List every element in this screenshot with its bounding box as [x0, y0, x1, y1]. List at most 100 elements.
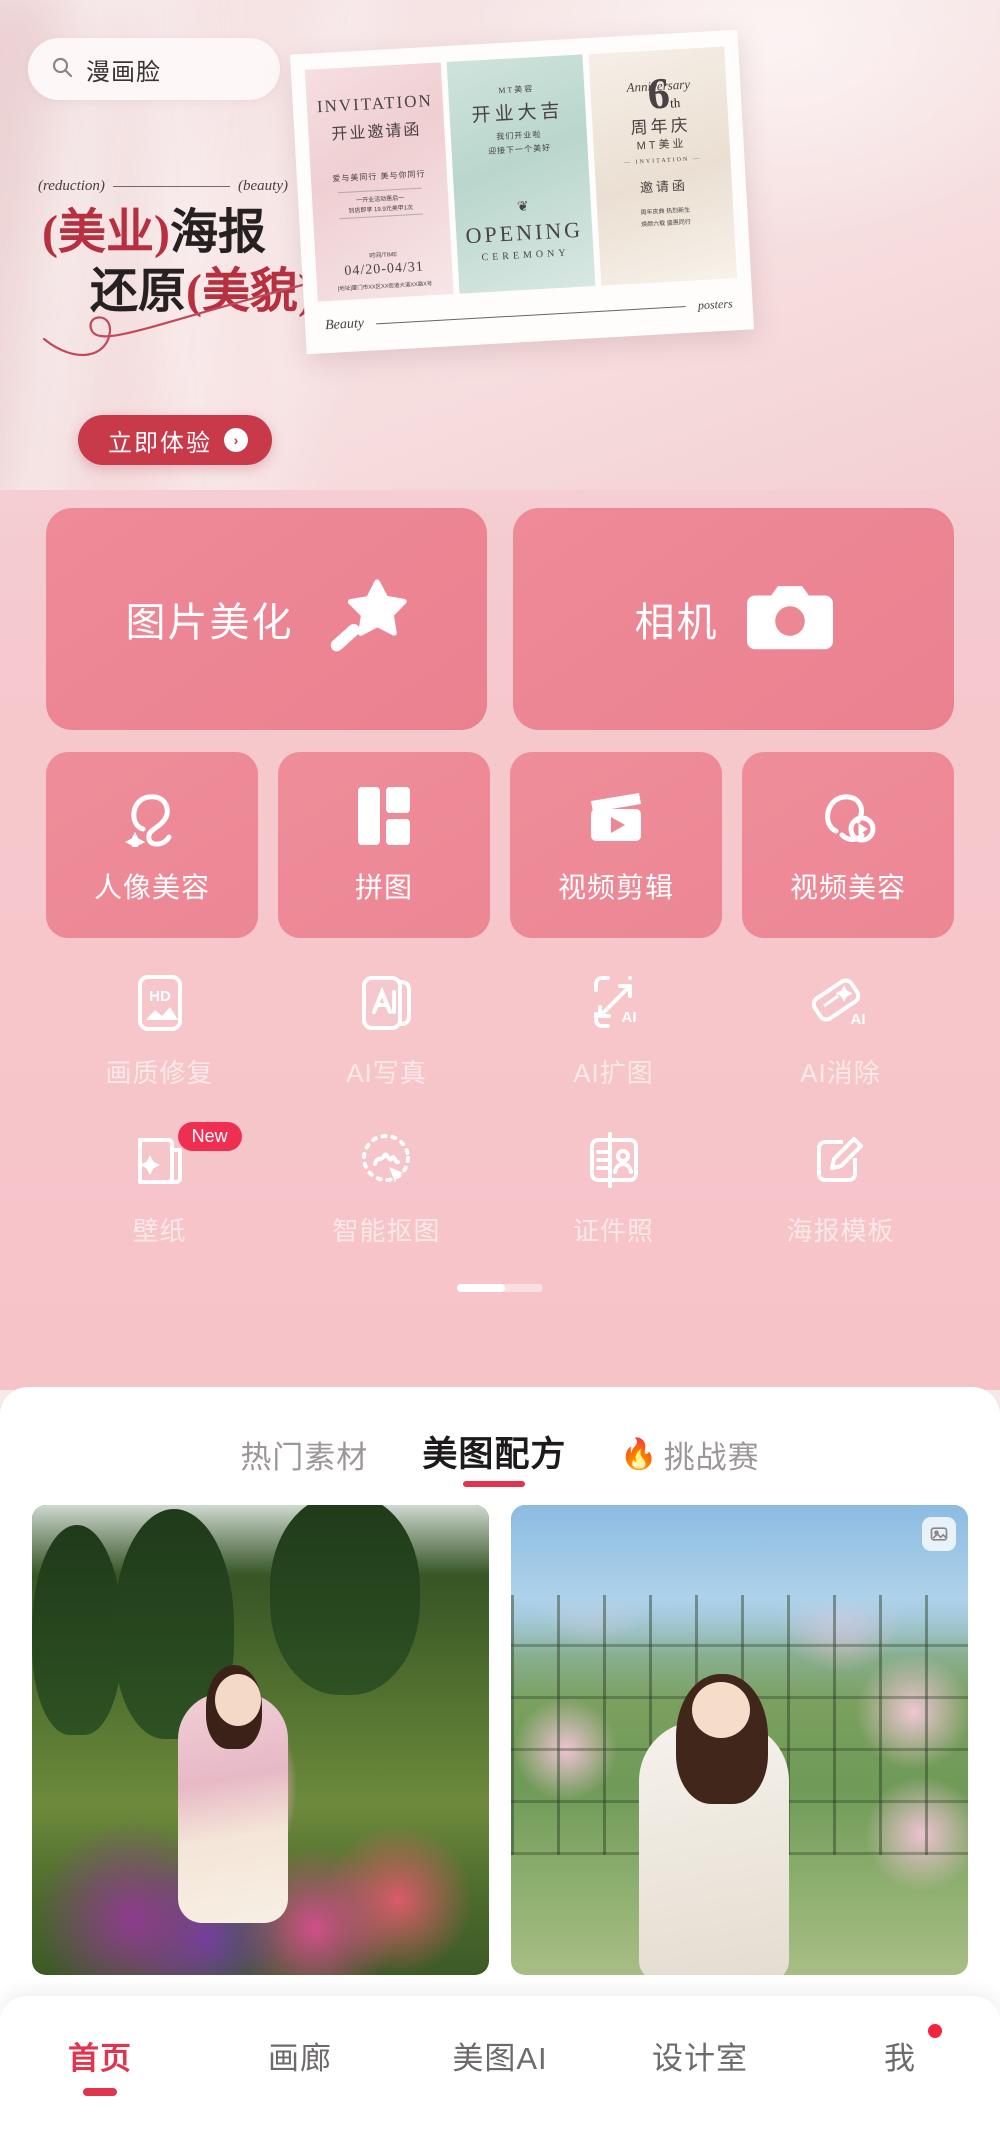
tile-label: 图片美化: [125, 601, 294, 645]
pager-track: [457, 1284, 543, 1292]
poster2-ornament-icon: ❦: [516, 197, 530, 215]
ai-erase-icon: AI: [810, 972, 872, 1039]
photo-tree: [269, 1505, 420, 1695]
poster2-small-en: CEREMONY: [481, 247, 570, 264]
nav-item-home[interactable]: 首页: [0, 1996, 200, 2132]
nav-item-me[interactable]: 我: [800, 1996, 1000, 2132]
tile-video-edit[interactable]: 视频剪辑: [510, 752, 722, 938]
mid-tile-row: 人像美容 拼图 视频剪辑 视频美容: [46, 752, 954, 938]
item-hd-restore[interactable]: HD 画质修复: [46, 972, 273, 1090]
collage-icon: [356, 785, 412, 852]
cta-button[interactable]: 立即体验 ›: [78, 415, 272, 465]
poster3-brand-en: — INVITATION —: [623, 155, 702, 167]
tab-challenge[interactable]: 🔥 挑战赛: [620, 1432, 759, 1487]
portrait-beauty-icon: [123, 785, 181, 852]
poster-footer-left: Beauty: [324, 316, 365, 334]
poster1-subtitle: 爱与美同行 美与你同行: [332, 169, 426, 184]
headline-line-1: (美业)海报: [42, 205, 342, 260]
hero-banner[interactable]: 漫画脸 (reduction) (beauty) (美业)海报 还原(美貌) 立…: [0, 0, 1000, 500]
item-label: AI消除: [800, 1058, 881, 1088]
search-icon: [50, 55, 74, 84]
tile-photo-beautify[interactable]: 图片美化: [46, 508, 487, 730]
ai-expand-icon: AI: [584, 972, 644, 1039]
ai-portrait-icon: [357, 972, 417, 1039]
tile-label: 视频美容: [789, 871, 906, 903]
notification-dot: [928, 2024, 942, 2038]
feed-grid: [0, 1487, 1000, 1975]
poster-row: INVITATION 开业邀请函 爱与美同行 美与你同行 一开业活动惠后一 到店…: [304, 46, 738, 302]
poster-collage-card[interactable]: INVITATION 开业邀请函 爱与美同行 美与你同行 一开业活动惠后一 到店…: [289, 29, 755, 355]
pager-thumb: [457, 1284, 505, 1292]
headline-accent-1: (美业): [42, 206, 170, 259]
hd-restore-icon: HD: [131, 972, 189, 1039]
poster-template-icon: [811, 1130, 871, 1197]
svg-text:AI: AI: [850, 1011, 865, 1028]
poster2-big-en: OPENING: [464, 216, 584, 249]
feature-section: 图片美化 相机 人像美容 拼图 视频剪辑 视频美容 HD 画质修复 AI写真 A…: [0, 490, 1000, 1390]
tab-meitu-recipe[interactable]: 美图配方: [422, 1426, 566, 1487]
nav-item-studio[interactable]: 设计室: [600, 1996, 800, 2132]
tab-label: 挑战赛: [663, 1440, 760, 1475]
eyebrow-rule: [112, 186, 231, 187]
cta-label: 立即体验: [108, 429, 212, 457]
tab-bar: 热门素材 美图配方 🔥 挑战赛: [0, 1387, 1000, 1487]
tile-video-beauty[interactable]: 视频美容: [742, 752, 954, 938]
item-label: 智能抠图: [332, 1216, 441, 1246]
item-label: AI扩图: [573, 1058, 654, 1088]
item-ai-erase[interactable]: AI AI消除: [727, 972, 954, 1090]
poster-anniversary: Anniversary 6 th 周年庆 MT美业 — INVITATION —…: [588, 46, 738, 286]
nav-item-gallery[interactable]: 画廊: [200, 1996, 400, 2132]
tile-label: 拼图: [354, 871, 413, 903]
item-ai-portrait[interactable]: AI写真: [273, 972, 500, 1090]
photo-tree: [32, 1525, 122, 1735]
nav-label: 首页: [68, 2040, 132, 2076]
poster1-title-cn: 开业邀请函: [331, 121, 422, 144]
headline-rest-1: 海报: [169, 206, 266, 259]
tab-label: 热门素材: [240, 1440, 369, 1475]
tile-portrait-beauty[interactable]: 人像美容: [46, 752, 258, 938]
badge-new: New: [177, 1122, 242, 1151]
camera-icon: [746, 582, 833, 657]
tab-label: 美图配方: [422, 1435, 567, 1474]
eyebrow-right: (beauty): [238, 178, 288, 194]
item-ai-expand[interactable]: AI AI扩图: [500, 972, 727, 1090]
item-label: 壁纸: [132, 1216, 187, 1246]
search-bar[interactable]: 漫画脸: [28, 38, 280, 100]
feed-card-roses[interactable]: [511, 1505, 968, 1975]
search-input[interactable]: 漫画脸: [86, 52, 161, 87]
carousel-pager[interactable]: [46, 1284, 954, 1292]
nav-active-underline: [83, 2087, 117, 2096]
hero-eyebrow: (reduction) (beauty): [38, 178, 288, 195]
poster-footer-rule: [375, 305, 686, 324]
poster-invitation: INVITATION 开业邀请函 爱与美同行 美与你同行 一开业活动惠后一 到店…: [304, 62, 454, 302]
headline-rest-2: 还原: [90, 265, 187, 319]
item-label: 海报模板: [786, 1216, 895, 1246]
tab-active-underline: [463, 1481, 526, 1487]
item-wallpaper[interactable]: New 壁纸: [46, 1122, 273, 1248]
tile-label: 人像美容: [93, 871, 210, 903]
tab-hot-materials[interactable]: 热门素材: [240, 1432, 368, 1487]
nav-label: 画廊: [268, 2040, 332, 2076]
image-stack-icon[interactable]: [922, 1517, 956, 1551]
id-photo-icon: [584, 1130, 644, 1197]
bottom-navigation: 首页 画廊 美图AI 设计室 我: [0, 1996, 1000, 2132]
tile-label: 相机: [634, 601, 719, 645]
eyebrow-left: (reduction): [38, 178, 105, 194]
feed-card-garden[interactable]: [32, 1505, 489, 1975]
item-smart-cutout[interactable]: 智能抠图: [273, 1130, 500, 1248]
svg-text:HD: HD: [149, 988, 171, 1005]
poster2-title: 开业大吉: [471, 100, 565, 127]
tile-collage[interactable]: 拼图: [278, 752, 490, 938]
tile-camera[interactable]: 相机: [513, 508, 954, 730]
item-id-photo[interactable]: 证件照: [500, 1130, 727, 1248]
nav-item-meitu-ai[interactable]: 美图AI: [400, 1996, 600, 2132]
poster1-date: 04/20-04/31: [344, 259, 425, 280]
big-tile-row: 图片美化 相机: [46, 508, 954, 730]
photo-subject-hair: [675, 1674, 768, 1805]
video-clip-icon: [585, 785, 647, 852]
poster-footer-right: posters: [697, 295, 733, 312]
photo-subject-face: [214, 1674, 261, 1727]
item-poster-template[interactable]: 海报模板: [727, 1130, 954, 1248]
chevron-right-icon: ›: [224, 428, 248, 452]
item-label: 画质修复: [105, 1058, 214, 1088]
